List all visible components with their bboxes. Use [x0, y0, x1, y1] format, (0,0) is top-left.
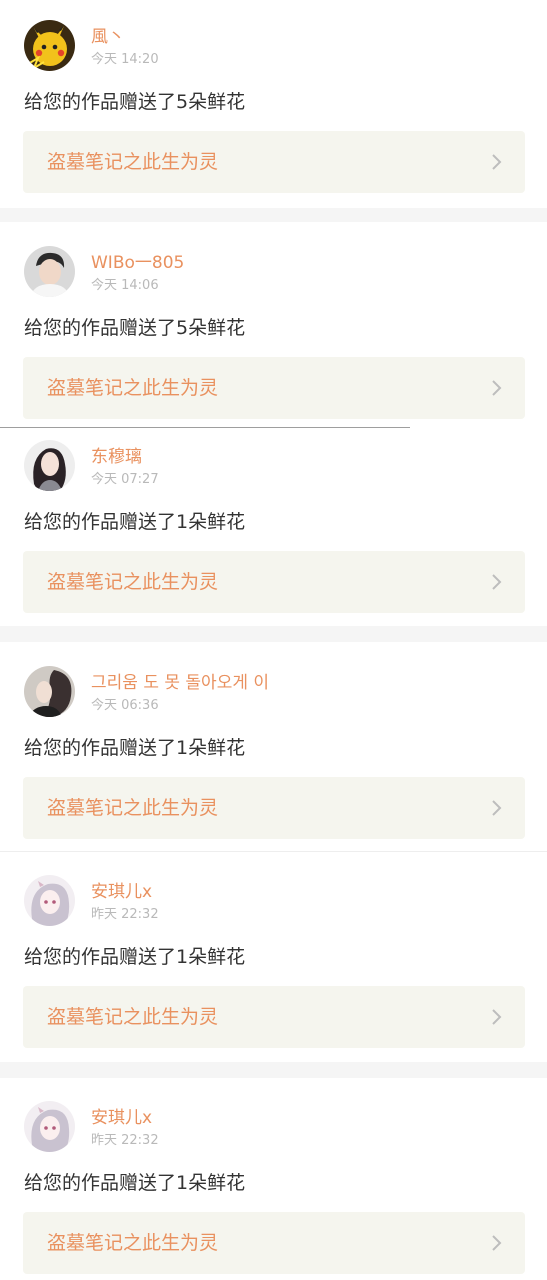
username[interactable]: 安琪儿x: [91, 881, 152, 903]
username[interactable]: 風丶: [91, 26, 125, 48]
notification-card: 东穆璃 今天 07:27 给您的作品赠送了1朵鲜花 盗墓笔记之此生为灵: [0, 428, 547, 626]
work-link[interactable]: 盗墓笔记之此生为灵: [23, 131, 525, 193]
username[interactable]: WIBo一805: [91, 252, 184, 274]
notification-card: 그리움 도 못 돌아오게 이 今天 06:36 给您的作品赠送了1朵鲜花 盗墓笔…: [0, 642, 547, 851]
work-link[interactable]: 盗墓笔记之此生为灵: [23, 551, 525, 613]
chevron-right-icon: [492, 574, 502, 590]
timestamp: 今天 14:06: [91, 278, 159, 293]
profile-avatar-icon[interactable]: [24, 666, 75, 717]
timestamp: 今天 06:36: [91, 698, 159, 713]
work-link[interactable]: 盗墓笔记之此生为灵: [23, 777, 525, 839]
chevron-right-icon: [492, 154, 502, 170]
anime-girl-avatar-icon[interactable]: [24, 875, 75, 926]
username[interactable]: 东穆璃: [91, 446, 142, 468]
work-title: 盗墓笔记之此生为灵: [47, 1232, 219, 1254]
chevron-right-icon: [492, 1235, 502, 1251]
username[interactable]: 그리움 도 못 돌아오게 이: [91, 672, 269, 694]
work-title: 盗墓笔记之此生为灵: [47, 797, 219, 819]
timestamp: 昨天 22:32: [91, 907, 159, 922]
notification-card: 風丶 今天 14:20 给您的作品赠送了5朵鲜花 盗墓笔记之此生为灵: [0, 0, 547, 208]
chevron-right-icon: [492, 380, 502, 396]
notification-card: WIBo一805 今天 14:06 给您的作品赠送了5朵鲜花 盗墓笔记之此生为灵: [0, 222, 547, 427]
section-divider: [0, 1062, 547, 1078]
username[interactable]: 安琪儿x: [91, 1107, 152, 1129]
message-text: 给您的作品赠送了1朵鲜花: [24, 1172, 246, 1194]
notification-card: 安琪儿x 昨天 22:32 给您的作品赠送了1朵鲜花 盗墓笔记之此生为灵: [0, 1078, 547, 1280]
work-title: 盗墓笔记之此生为灵: [47, 571, 219, 593]
chevron-right-icon: [492, 1009, 502, 1025]
timestamp: 昨天 22:32: [91, 1133, 159, 1148]
young-man-avatar-icon[interactable]: [24, 246, 75, 297]
work-title: 盗墓笔记之此生为灵: [47, 151, 219, 173]
timestamp: 今天 14:20: [91, 52, 159, 67]
work-title: 盗墓笔记之此生为灵: [47, 377, 219, 399]
section-divider: [0, 626, 547, 642]
message-text: 给您的作品赠送了1朵鲜花: [24, 946, 246, 968]
anime-girl-avatar-icon[interactable]: [24, 1101, 75, 1152]
message-text: 给您的作品赠送了5朵鲜花: [24, 91, 246, 113]
chevron-right-icon: [492, 800, 502, 816]
work-title: 盗墓笔记之此生为灵: [47, 1006, 219, 1028]
message-text: 给您的作品赠送了1朵鲜花: [24, 737, 246, 759]
notification-card: 安琪儿x 昨天 22:32 给您的作品赠送了1朵鲜花 盗墓笔记之此生为灵: [0, 852, 547, 1062]
message-text: 给您的作品赠送了5朵鲜花: [24, 317, 246, 339]
timestamp: 今天 07:27: [91, 472, 159, 487]
work-link[interactable]: 盗墓笔记之此生为灵: [23, 986, 525, 1048]
message-text: 给您的作品赠送了1朵鲜花: [24, 511, 246, 533]
section-divider: [0, 208, 547, 222]
work-link[interactable]: 盗墓笔记之此生为灵: [23, 357, 525, 419]
pikachu-avatar-icon[interactable]: [24, 20, 75, 71]
work-link[interactable]: 盗墓笔记之此生为灵: [23, 1212, 525, 1274]
girl-avatar-icon[interactable]: [24, 440, 75, 491]
